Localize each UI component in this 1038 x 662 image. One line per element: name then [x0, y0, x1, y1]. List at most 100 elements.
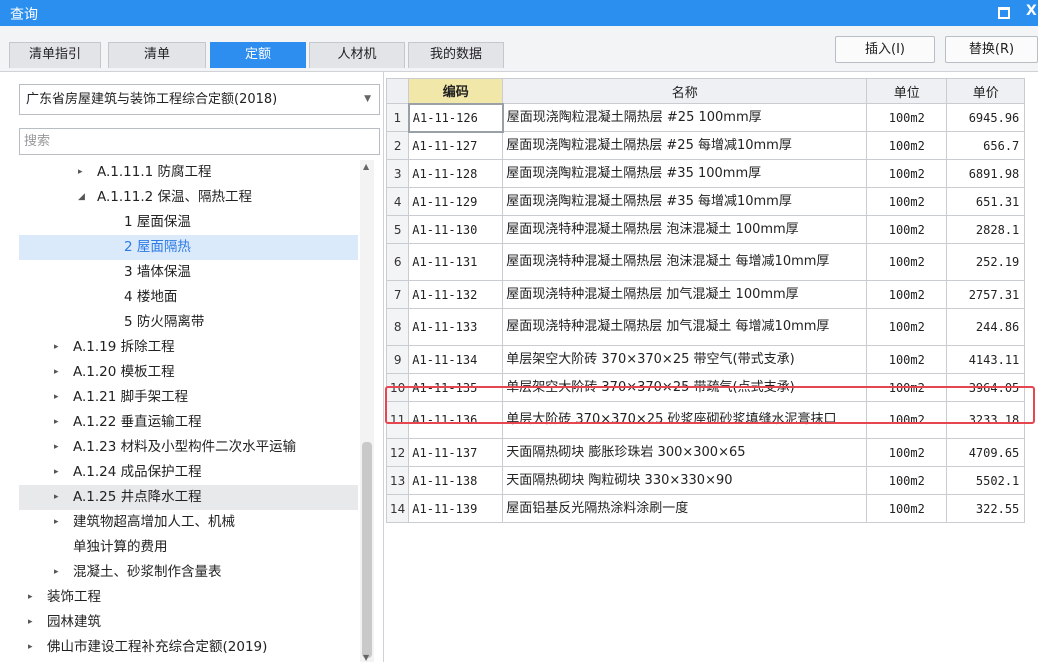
cell-code[interactable]: A1-11-130: [408, 215, 504, 244]
cell-unit[interactable]: 100m2: [866, 308, 948, 346]
cell-code[interactable]: A1-11-135: [408, 373, 504, 402]
cell-price[interactable]: 252.19: [946, 243, 1026, 281]
cell-unit[interactable]: 100m2: [866, 243, 948, 281]
tab-bill-guide[interactable]: 清单指引: [9, 42, 101, 68]
row-number[interactable]: 3: [385, 159, 410, 188]
cell-price[interactable]: 6891.98: [946, 159, 1026, 188]
tree-expand-icon[interactable]: ▸: [28, 635, 33, 660]
cell-price[interactable]: 2828.1: [946, 215, 1026, 244]
cell-price[interactable]: 651.31: [946, 187, 1026, 216]
cell-unit[interactable]: 100m2: [866, 159, 948, 188]
tree-item[interactable]: ◢ A.1.11.2 保温、隔热工程: [0, 185, 358, 210]
tree-expand-icon[interactable]: ▸: [54, 510, 59, 535]
tree-item[interactable]: 1 屋面保温: [0, 210, 358, 235]
table-row[interactable]: 14 A1-11-139 屋面铝基反光隔热涂料涂刷一度 100m2 322.55: [385, 494, 1026, 523]
tree-expand-icon[interactable]: ▸: [54, 485, 59, 510]
cell-price[interactable]: 4709.65: [946, 438, 1026, 467]
tree-item[interactable]: ▸ A.1.24 成品保护工程: [0, 460, 358, 485]
row-number[interactable]: 14: [385, 494, 410, 523]
row-number[interactable]: 9: [385, 345, 410, 374]
row-number[interactable]: 8: [385, 308, 410, 346]
row-number[interactable]: 13: [385, 466, 410, 495]
header-code[interactable]: 编码: [408, 78, 504, 104]
cell-code[interactable]: A1-11-131: [408, 243, 504, 281]
tree-expand-icon[interactable]: ▸: [28, 585, 33, 610]
table-row[interactable]: 9 A1-11-134 单层架空大阶砖 370×370×25 带空气(带式支承) 10…: [385, 345, 1026, 374]
cell-unit[interactable]: 100m2: [866, 131, 948, 160]
table-row[interactable]: 3 A1-11-128 屋面现浇陶粒混凝土隔热层 #35 100mm厚 100m2 68…: [385, 159, 1026, 188]
tree-expand-icon[interactable]: ▸: [54, 385, 59, 410]
cell-code[interactable]: A1-11-136: [408, 401, 504, 439]
tree-item[interactable]: ▸ A.1.21 脚手架工程: [0, 385, 358, 410]
tree-item[interactable]: ▸ A.1.23 材料及小型构件二次水平运输: [0, 435, 358, 460]
table-row[interactable]: 13 A1-11-138 天面隔热砌块 陶粒砌块 330×330×90 100m2 55…: [385, 466, 1026, 495]
header-unit[interactable]: 单位: [866, 78, 948, 104]
tree-item[interactable]: ▸ A.1.20 模板工程: [0, 360, 358, 385]
tree-expand-icon[interactable]: ▸: [28, 610, 33, 635]
tree-scrollbar[interactable]: ▲ ▼: [360, 160, 374, 662]
cell-name[interactable]: 屋面现浇特种混凝土隔热层 加气混凝土 100mm厚: [502, 280, 868, 309]
cell-name[interactable]: 单层大阶砖 370×370×25 砂浆座砌砂浆填缝水泥膏抹口: [502, 401, 868, 439]
tree-item[interactable]: ▸ 建筑物超高增加人工、机械: [0, 510, 358, 535]
scroll-down-icon[interactable]: ▼: [363, 653, 369, 662]
tree-item-selected[interactable]: 2 屋面隔热: [19, 235, 358, 260]
insert-button[interactable]: 插入(I): [835, 36, 935, 63]
tab-labor-material-machine[interactable]: 人材机: [309, 42, 405, 68]
cell-code[interactable]: A1-11-132: [408, 280, 504, 309]
table-row[interactable]: 12 A1-11-137 天面隔热砌块 膨胀珍珠岩 300×300×65 100m2 4…: [385, 438, 1026, 467]
row-number[interactable]: 1: [385, 103, 410, 132]
header-name[interactable]: 名称: [502, 78, 868, 104]
cell-code[interactable]: A1-11-139: [408, 494, 504, 523]
tree-item[interactable]: ▸ 混凝土、砂浆制作含量表: [0, 560, 358, 585]
table-row[interactable]: 5 A1-11-130 屋面现浇特种混凝土隔热层 泡沫混凝土 100mm厚 100m2…: [385, 215, 1026, 244]
cell-unit[interactable]: 100m2: [866, 494, 948, 523]
cell-price[interactable]: 322.55: [946, 494, 1026, 523]
cell-code[interactable]: A1-11-127: [408, 131, 504, 160]
quota-library-select[interactable]: 广东省房屋建筑与装饰工程综合定额(2018) ▼: [19, 84, 380, 115]
row-number[interactable]: 4: [385, 187, 410, 216]
cell-name[interactable]: 屋面现浇陶粒混凝土隔热层 #25 100mm厚: [502, 103, 868, 132]
cell-name[interactable]: 屋面现浇特种混凝土隔热层 泡沫混凝土 每增减10mm厚: [502, 243, 868, 281]
tree-item-hovered[interactable]: ▸ A.1.25 井点降水工程: [19, 485, 358, 510]
table-row[interactable]: 8 A1-11-133 屋面现浇特种混凝土隔热层 加气混凝土 每增减10mm厚 100…: [385, 308, 1026, 346]
tree-item[interactable]: ▸ A.1.19 拆除工程: [0, 335, 358, 360]
cell-price[interactable]: 6945.96: [946, 103, 1026, 132]
cell-unit[interactable]: 100m2: [866, 187, 948, 216]
scroll-up-icon[interactable]: ▲: [363, 162, 369, 171]
cell-name[interactable]: 屋面现浇陶粒混凝土隔热层 #35 100mm厚: [502, 159, 868, 188]
cell-unit[interactable]: 100m2: [866, 103, 948, 132]
table-row[interactable]: 11 A1-11-136 单层大阶砖 370×370×25 砂浆座砌砂浆填缝水泥膏抹…: [385, 401, 1026, 439]
tree-item[interactable]: ▸ 佛山市建设工程补充综合定额(2019): [0, 635, 358, 660]
search-input[interactable]: [19, 128, 380, 155]
chevron-down-icon[interactable]: ▼: [364, 85, 371, 114]
table-row[interactable]: 6 A1-11-131 屋面现浇特种混凝土隔热层 泡沫混凝土 每增减10mm厚 100…: [385, 243, 1026, 281]
row-number[interactable]: 11: [385, 401, 410, 439]
cell-unit[interactable]: 100m2: [866, 215, 948, 244]
cell-code[interactable]: A1-11-137: [408, 438, 504, 467]
cell-price[interactable]: 5502.1: [946, 466, 1026, 495]
table-row[interactable]: 4 A1-11-129 屋面现浇陶粒混凝土隔热层 #35 每增减10mm厚 100m2…: [385, 187, 1026, 216]
cell-price[interactable]: 3964.05: [946, 373, 1026, 402]
cell-unit[interactable]: 100m2: [866, 373, 948, 402]
tree-item[interactable]: 4 楼地面: [0, 285, 358, 310]
tree-expand-icon[interactable]: ▸: [54, 410, 59, 435]
cell-price[interactable]: 2757.31: [946, 280, 1026, 309]
cell-name[interactable]: 屋面现浇特种混凝土隔热层 加气混凝土 每增减10mm厚: [502, 308, 868, 346]
tree-expand-icon[interactable]: ▸: [54, 435, 59, 460]
cell-code[interactable]: A1-11-126: [407, 102, 504, 133]
cell-price[interactable]: 656.7: [946, 131, 1026, 160]
cell-name[interactable]: 屋面铝基反光隔热涂料涂刷一度: [502, 494, 868, 523]
cell-price[interactable]: 244.86: [946, 308, 1026, 346]
tab-my-data[interactable]: 我的数据: [408, 42, 504, 68]
row-number[interactable]: 5: [385, 215, 410, 244]
header-price[interactable]: 单价: [946, 78, 1026, 104]
cell-code[interactable]: A1-11-133: [408, 308, 504, 346]
close-icon[interactable]: X: [1026, 3, 1037, 19]
replace-button[interactable]: 替换(R): [945, 36, 1038, 63]
row-number[interactable]: 7: [385, 280, 410, 309]
cell-unit[interactable]: 100m2: [866, 438, 948, 467]
cell-name[interactable]: 屋面现浇陶粒混凝土隔热层 #35 每增减10mm厚: [502, 187, 868, 216]
tree-item[interactable]: ▸ 装饰工程: [0, 585, 358, 610]
cell-name[interactable]: 天面隔热砌块 陶粒砌块 330×330×90: [502, 466, 868, 495]
tab-bill[interactable]: 清单: [108, 42, 206, 68]
